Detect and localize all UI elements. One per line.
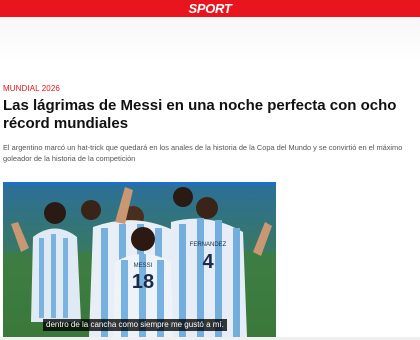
celebration-scene: MESSI 18 FERNANDEZ 4 — [3, 182, 276, 337]
jersey-name-fernandez: FERNANDEZ — [190, 242, 227, 248]
jersey-number-messi: 18 — [132, 271, 154, 293]
video-caption: dentro de la cancha como siempre me gust… — [43, 319, 227, 331]
logo-text: SPORT — [188, 1, 232, 16]
sport-logo[interactable]: SPORT — [0, 0, 420, 17]
article-standfirst: El argentino marcó un hat-trick que qued… — [3, 143, 403, 163]
article-video[interactable]: MESSI 18 FERNANDEZ 4 dentro de la cancha… — [3, 182, 276, 337]
jersey-number-fernandez: 4 — [202, 251, 214, 273]
article-category[interactable]: MUNDIAL 2026 — [3, 84, 60, 93]
jersey-name-messi: MESSI — [134, 263, 153, 269]
ad-space — [0, 17, 420, 65]
article-headline: Las lágrimas de Messi en una noche perfe… — [3, 97, 397, 132]
